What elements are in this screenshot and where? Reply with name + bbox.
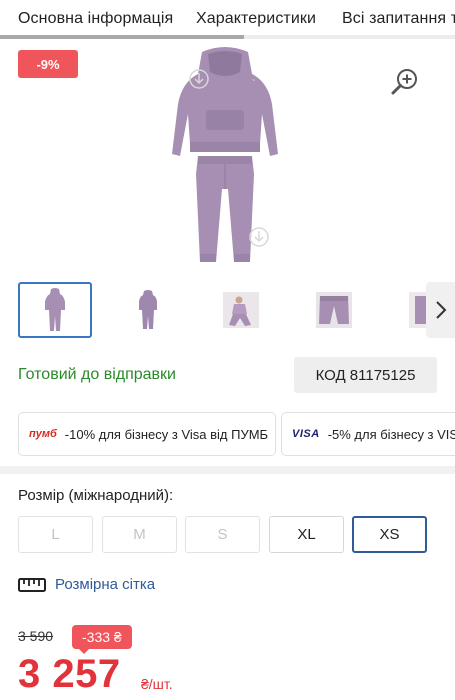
visa-logo-icon: VISA — [292, 428, 320, 440]
thumb-tracksuit-image — [45, 288, 65, 331]
old-price: 3 590 — [18, 628, 54, 644]
section-divider — [0, 466, 455, 474]
tab-active-indicator — [0, 35, 244, 39]
size-chart-label: Розмірна сітка — [55, 576, 156, 593]
product-main-image[interactable]: ~ — [160, 44, 290, 266]
thumbnail-item[interactable] — [111, 282, 185, 338]
tab-main-info[interactable]: Основна інформація — [18, 10, 173, 28]
size-option-m[interactable]: M — [102, 516, 177, 553]
price-unit: ₴/шт. — [141, 676, 173, 692]
current-price: 3 257 — [18, 652, 121, 696]
tabs-bar: Основна інформація Характеристики Всі за… — [0, 0, 455, 38]
size-option-l[interactable]: L — [18, 516, 93, 553]
tab-questions[interactable]: Всі запитання т — [342, 10, 455, 28]
svg-text:~: ~ — [252, 78, 255, 84]
product-code[interactable]: КОД 81175125 — [294, 357, 437, 393]
thumbnail-strip — [0, 282, 455, 340]
watermark-icon — [189, 69, 209, 89]
promo-text: -5% для бізнесу з VISA — [327, 426, 455, 442]
thumb-pants-image — [316, 292, 352, 328]
promo-card-visa[interactable]: VISA -5% для бізнесу з VISA — [281, 412, 455, 456]
chevron-right-icon — [436, 301, 447, 319]
thumbnail-next-button[interactable] — [426, 282, 455, 338]
pumb-logo-icon: пумб — [29, 428, 57, 440]
size-option-xl[interactable]: XL — [269, 516, 344, 553]
availability-status: Готовий до відправки — [18, 366, 176, 383]
thumb-tracksuit-alt-image — [139, 290, 157, 329]
size-option-xs[interactable]: XS — [352, 516, 427, 553]
thumbnail-item[interactable] — [204, 282, 278, 338]
discount-badge: -9% — [18, 50, 78, 78]
promo-text: -10% для бізнесу з Visa від ПУМБ — [64, 426, 269, 442]
thumbnail-item-active[interactable] — [18, 282, 92, 338]
ruler-icon — [18, 577, 46, 592]
watermark-icon — [249, 227, 269, 247]
zoom-in-icon[interactable] — [390, 67, 420, 97]
promo-card-pumb[interactable]: пумб -10% для бізнесу з Visa від ПУМБ — [18, 412, 276, 456]
thumb-model-image — [223, 292, 259, 328]
tab-characteristics[interactable]: Характеристики — [196, 10, 316, 28]
size-chart-link[interactable]: Розмірна сітка — [18, 576, 155, 593]
size-option-s[interactable]: S — [185, 516, 260, 553]
size-section-title: Розмір (міжнародний): — [18, 487, 174, 504]
thumbnail-item[interactable] — [297, 282, 371, 338]
price-discount-badge: -333 ₴ — [72, 625, 132, 654]
product-gallery: -9% ~ — [0, 40, 455, 272]
